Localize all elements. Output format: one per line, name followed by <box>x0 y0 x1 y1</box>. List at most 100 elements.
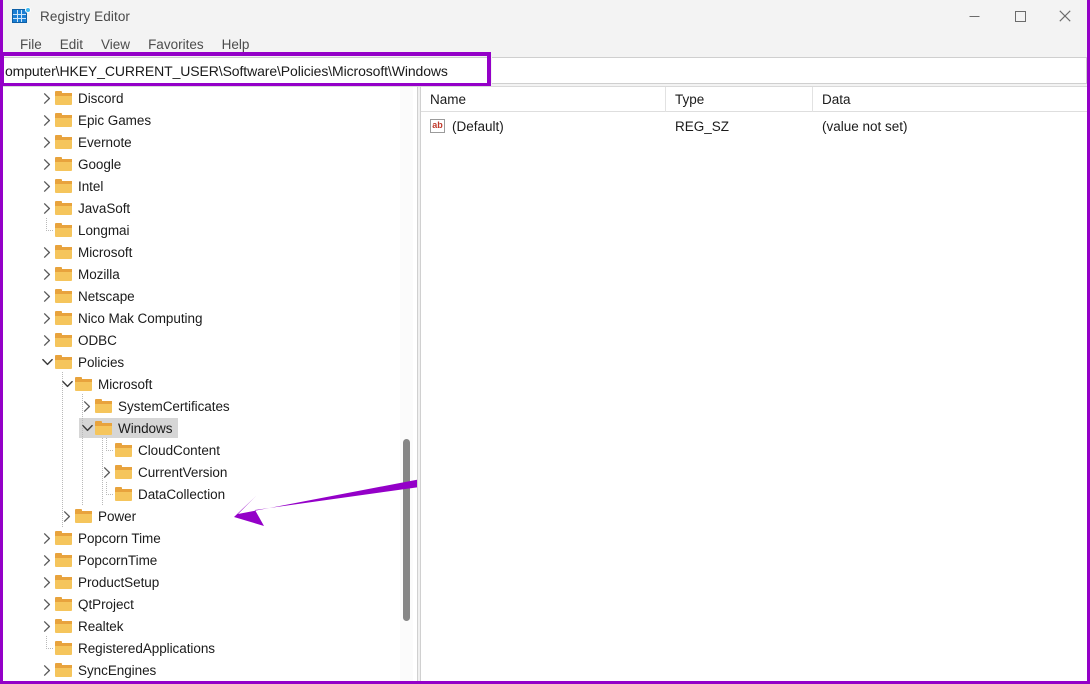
tree-node-hit[interactable]: ProductSetup <box>39 572 165 592</box>
tree-node-hit[interactable]: Intel <box>39 176 109 196</box>
chevron-right-icon[interactable] <box>39 330 55 350</box>
tree-guide-line <box>102 460 103 484</box>
tree-node-hit[interactable]: SyncEngines <box>39 660 162 680</box>
tree-node-systemcertificates[interactable]: SystemCertificates <box>3 394 417 418</box>
address-input[interactable]: omputer\HKEY_CURRENT_USER\Software\Polic… <box>3 57 491 84</box>
tree-node-hit[interactable]: RegisteredApplications <box>39 636 221 658</box>
folder-icon <box>55 553 72 567</box>
tree-node-mozilla[interactable]: Mozilla <box>3 263 417 285</box>
tree-node-hit[interactable]: PopcornTime <box>39 550 163 570</box>
column-header-name[interactable]: Name <box>421 87 666 112</box>
tree-node-hit[interactable]: Power <box>59 506 142 526</box>
maximize-button[interactable] <box>997 0 1043 32</box>
column-header-type[interactable]: Type <box>666 87 813 112</box>
chevron-right-icon[interactable] <box>39 594 55 614</box>
tree-node-productsetup[interactable]: ProductSetup <box>3 571 417 593</box>
chevron-right-icon[interactable] <box>39 264 55 284</box>
chevron-right-icon[interactable] <box>39 572 55 592</box>
tree-node-realtek[interactable]: Realtek <box>3 615 417 637</box>
title-bar: Registry Editor <box>3 0 1087 32</box>
tree-node-label: Longmai <box>78 222 130 238</box>
tree-node-javasoft[interactable]: JavaSoft <box>3 197 417 219</box>
tree-node-hit[interactable]: Mozilla <box>39 264 126 284</box>
tree-node-odbc[interactable]: ODBC <box>3 329 417 351</box>
tree-node-hit[interactable]: Nico Mak Computing <box>39 308 208 328</box>
close-button[interactable] <box>1043 0 1087 32</box>
chevron-right-icon[interactable] <box>39 88 55 108</box>
tree-node-hit[interactable]: Epic Games <box>39 110 157 130</box>
tree-node-hit[interactable]: JavaSoft <box>39 198 136 218</box>
value-name-cell: ab (Default) <box>421 114 666 138</box>
tree-node-netscape[interactable]: Netscape <box>3 285 417 307</box>
tree-node-windows[interactable]: Windows <box>3 416 417 440</box>
chevron-right-icon[interactable] <box>39 242 55 262</box>
tree-node-longmai[interactable]: Longmai <box>3 218 417 241</box>
tree-node-hit[interactable]: Google <box>39 154 127 174</box>
menu-item-file[interactable]: File <box>11 35 51 54</box>
tree-node-microsoft[interactable]: Microsoft <box>3 241 417 263</box>
tree-node-hit[interactable]: CurrentVersion <box>99 462 233 482</box>
tree-node-hit[interactable]: Discord <box>39 88 129 108</box>
tree-node-policies[interactable]: Policies <box>3 351 417 373</box>
chevron-right-icon[interactable] <box>39 198 55 218</box>
tree-node-epic-games[interactable]: Epic Games <box>3 109 417 131</box>
tree-node-evernote[interactable]: Evernote <box>3 131 417 153</box>
menu-item-view[interactable]: View <box>92 35 139 54</box>
chevron-right-icon[interactable] <box>39 176 55 196</box>
column-header-data[interactable]: Data <box>813 87 1087 112</box>
menu-item-help[interactable]: Help <box>213 35 259 54</box>
folder-icon <box>55 179 72 193</box>
chevron-right-icon[interactable] <box>39 616 55 636</box>
tree-node-hit[interactable]: DataCollection <box>99 482 231 504</box>
tree-node-hit[interactable]: Popcorn Time <box>39 528 167 548</box>
tree-node-cloudcontent[interactable]: CloudContent <box>3 438 417 462</box>
tree-node-label: Netscape <box>78 288 135 304</box>
chevron-right-icon[interactable] <box>39 132 55 152</box>
tree-scrollbar-thumb[interactable] <box>403 439 410 621</box>
tree-node-hit[interactable]: CloudContent <box>99 438 226 460</box>
tree-node-power[interactable]: Power <box>3 504 417 528</box>
folder-icon <box>95 421 112 435</box>
minimize-button[interactable] <box>951 0 997 32</box>
tree-node-currentversion[interactable]: CurrentVersion <box>3 460 417 484</box>
tree-node-hit[interactable]: Netscape <box>39 286 141 306</box>
chevron-down-icon[interactable] <box>39 352 55 372</box>
tree-node-google[interactable]: Google <box>3 153 417 175</box>
chevron-right-icon[interactable] <box>39 154 55 174</box>
folder-icon <box>55 223 72 237</box>
tree-node-hit[interactable]: QtProject <box>39 594 140 614</box>
tree-node-hit[interactable]: Microsoft <box>39 242 138 262</box>
tree-node-hit[interactable]: Policies <box>39 352 130 372</box>
tree-node-datacollection[interactable]: DataCollection <box>3 482 417 506</box>
chevron-right-icon[interactable] <box>39 286 55 306</box>
menu-item-edit[interactable]: Edit <box>51 35 92 54</box>
registry-tree-pane[interactable]: Discord Epic Games Evernote Google Intel Java… <box>3 86 417 681</box>
tree-node-popcorntime[interactable]: PopcornTime <box>3 549 417 571</box>
tree-node-qtproject[interactable]: QtProject <box>3 593 417 615</box>
tree-node-nico-mak-computing[interactable]: Nico Mak Computing <box>3 307 417 329</box>
content-area: Discord Epic Games Evernote Google Intel Java… <box>3 86 1087 681</box>
chevron-right-icon[interactable] <box>39 528 55 548</box>
registry-values-pane[interactable]: Name Type Data ab (Default) REG_SZ (valu… <box>421 86 1087 681</box>
tree-node-discord[interactable]: Discord <box>3 87 417 109</box>
tree-node-syncengines[interactable]: SyncEngines <box>3 659 417 681</box>
tree-node-hit[interactable]: Longmai <box>39 218 135 240</box>
tree-node-hit[interactable]: Realtek <box>39 616 129 636</box>
tree-node-popcorn-time[interactable]: Popcorn Time <box>3 527 417 549</box>
tree-node-hit[interactable]: Microsoft <box>59 374 158 394</box>
tree-node-intel[interactable]: Intel <box>3 175 417 197</box>
tree-node-hit[interactable]: ODBC <box>39 330 123 350</box>
tree-node-microsoft[interactable]: Microsoft <box>3 372 417 396</box>
table-row[interactable]: ab (Default) REG_SZ (value not set) <box>421 114 1087 138</box>
tree-node-registeredapplications[interactable]: RegisteredApplications <box>3 636 417 659</box>
tree-node-label: DataCollection <box>138 486 226 502</box>
chevron-right-icon[interactable] <box>39 660 55 680</box>
chevron-right-icon[interactable] <box>39 308 55 328</box>
tree-scrollbar[interactable] <box>400 87 413 681</box>
chevron-right-icon[interactable] <box>39 550 55 570</box>
tree-node-hit[interactable]: Windows <box>79 418 179 438</box>
chevron-right-icon[interactable] <box>39 110 55 130</box>
menu-item-favorites[interactable]: Favorites <box>139 35 213 54</box>
tree-node-hit[interactable]: SystemCertificates <box>79 396 236 416</box>
tree-node-hit[interactable]: Evernote <box>39 132 138 152</box>
